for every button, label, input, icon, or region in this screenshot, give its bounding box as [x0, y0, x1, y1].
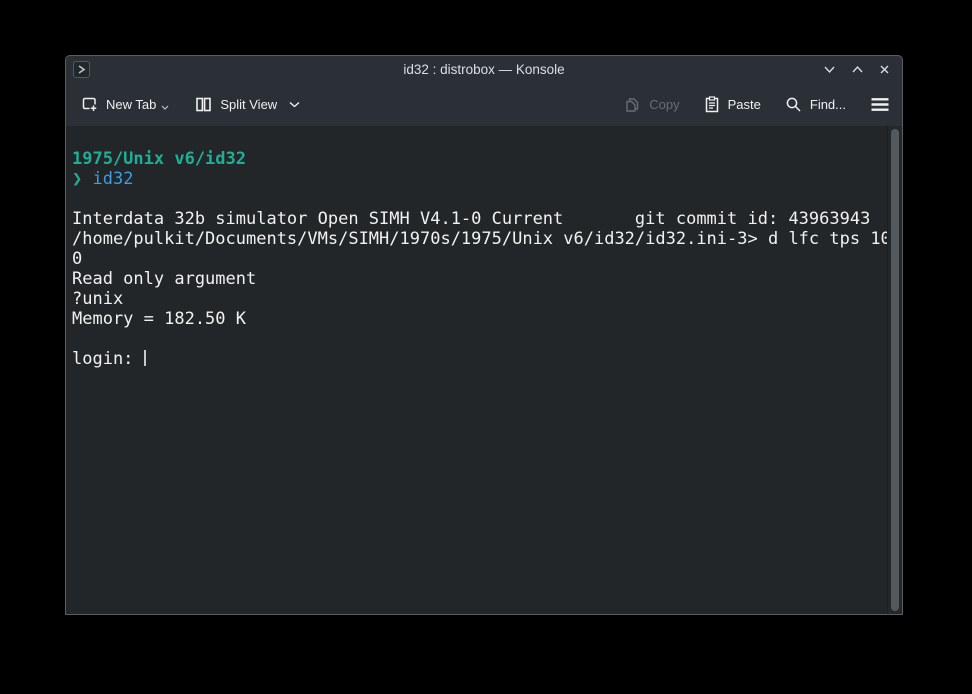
terminal-line [72, 329, 886, 349]
terminal-text-segment: Read only argument [72, 269, 256, 289]
terminal-text-segment: Memory = 182.50 K [72, 309, 246, 329]
menu-button[interactable] [870, 97, 890, 112]
find-label: Find... [810, 97, 846, 112]
search-icon [785, 96, 802, 113]
find-button[interactable]: Find... [785, 96, 846, 113]
terminal-text-segment: 0 [72, 249, 82, 269]
window-controls [821, 56, 892, 83]
new-tab-button[interactable]: New Tab [81, 96, 169, 113]
maximize-button[interactable] [849, 63, 866, 76]
terminal-cursor [144, 350, 146, 366]
copy-button[interactable]: Copy [624, 96, 679, 113]
chevron-down-icon [289, 101, 300, 108]
paste-button[interactable]: Paste [704, 96, 761, 113]
terminal-text-segment: /home/pulkit/Documents/VMs/SIMH/1970s/19… [72, 229, 891, 249]
toolbar: New Tab Split View [66, 83, 902, 126]
titlebar[interactable]: id32 : distrobox — Konsole [66, 56, 902, 83]
terminal-text-segment: ?unix [72, 289, 123, 309]
chevron-down-icon [823, 65, 836, 74]
chevron-up-icon [851, 65, 864, 74]
terminal-text-segment: ❯ [72, 169, 92, 189]
terminal-line: login: [72, 349, 886, 369]
terminal-line [72, 189, 886, 209]
terminal-text-segment: login: [72, 349, 144, 369]
new-tab-icon [81, 96, 98, 113]
scrollbar-thumb[interactable] [891, 129, 899, 611]
new-tab-label: New Tab [106, 97, 156, 112]
copy-label: Copy [649, 97, 679, 112]
copy-icon [624, 96, 641, 113]
terminal-line: ❯ id32 [72, 169, 886, 189]
split-view-icon [195, 96, 212, 113]
terminal-line: ?unix [72, 289, 886, 309]
scrollbar-track[interactable] [887, 126, 902, 614]
paste-label: Paste [728, 97, 761, 112]
split-view-label: Split View [220, 97, 277, 112]
konsole-app-icon [73, 61, 90, 78]
terminal-area[interactable]: 1975/Unix v6/id32❯ id32 Interdata 32b sim… [66, 126, 902, 614]
terminal-text-segment: 1975/Unix v6/id32 [72, 149, 246, 169]
terminal-line: Read only argument [72, 269, 886, 289]
minimize-button[interactable] [821, 63, 838, 76]
terminal-line: 1975/Unix v6/id32 [72, 149, 886, 169]
close-button[interactable] [877, 62, 892, 77]
terminal-line: Interdata 32b simulator Open SIMH V4.1-0… [72, 209, 886, 229]
window-title: id32 : distrobox — Konsole [66, 62, 902, 77]
paste-icon [704, 96, 720, 113]
chevron-down-icon [161, 105, 169, 110]
toolbar-right-group: Copy Paste [624, 96, 890, 113]
terminal-text: 1975/Unix v6/id32❯ id32 Interdata 32b sim… [66, 126, 886, 369]
terminal-text-segment: Interdata 32b simulator Open SIMH V4.1-0… [72, 209, 870, 229]
terminal-line: /home/pulkit/Documents/VMs/SIMH/1970s/19… [72, 229, 886, 249]
terminal-line: 0 [72, 249, 886, 269]
konsole-window: id32 : distrobox — Konsole [65, 55, 903, 615]
terminal-line: Memory = 182.50 K [72, 309, 886, 329]
hamburger-menu-icon [870, 97, 890, 112]
terminal-text-segment: id32 [92, 169, 133, 189]
close-icon [879, 64, 890, 75]
split-view-button[interactable]: Split View [195, 96, 300, 113]
